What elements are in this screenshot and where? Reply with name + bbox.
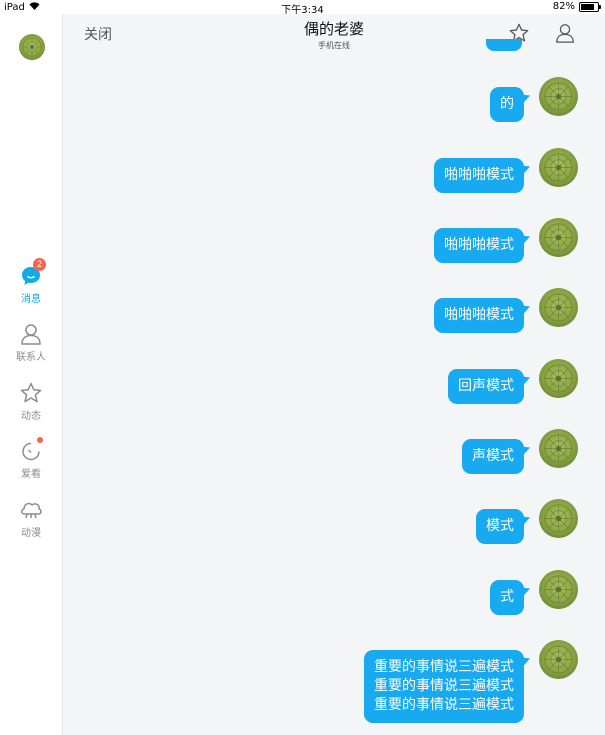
message-bubble[interactable]: 啪啪啪模式 [434, 298, 524, 333]
sidebar: 2 消息 联系人 动态 爱看 动漫 [0, 14, 63, 735]
message-bubble[interactable]: 啪啪啪模式 [434, 158, 524, 193]
message-row: 重要的事情说三遍模式 重要的事情说三遍模式 重要的事情说三遍模式 [364, 640, 578, 723]
message-text: 啪啪啪模式 [444, 307, 514, 323]
message-bubble[interactable]: 回声模式 [448, 369, 524, 404]
watch-icon [19, 437, 43, 463]
message-row: 模式 [476, 499, 578, 544]
notification-dot [37, 437, 43, 443]
message-bubble[interactable]: 式 [490, 580, 524, 615]
battery-percent: 82% [552, 1, 575, 12]
avatar[interactable] [18, 33, 46, 61]
profile-button[interactable] [554, 22, 576, 44]
avatar[interactable] [539, 570, 578, 609]
message-row: 啪啪啪模式 [434, 288, 578, 333]
message-bubble[interactable]: 重要的事情说三遍模式 重要的事情说三遍模式 重要的事情说三遍模式 [364, 650, 524, 723]
message-text: 啪啪啪模式 [444, 167, 514, 183]
message-row: 啪啪啪模式 [434, 148, 578, 193]
sidebar-item-label: 联系人 [16, 352, 46, 363]
avatar[interactable] [539, 148, 578, 187]
message-text: 回声模式 [458, 378, 514, 394]
sidebar-item-label: 动态 [21, 411, 41, 422]
sidebar-item-contacts[interactable]: 联系人 [0, 322, 62, 363]
avatar[interactable] [539, 640, 578, 679]
message-text: 式 [500, 589, 514, 605]
message-row: 的 [490, 77, 578, 122]
message-bubble-partial [486, 39, 522, 51]
message-row: 式 [490, 570, 578, 615]
sidebar-item-label: 爱看 [21, 469, 41, 480]
message-row: 回声模式 [448, 359, 578, 404]
star-icon [19, 381, 43, 405]
status-bar: iPad 下午3:34 82% [0, 0, 605, 16]
message-text: 声模式 [472, 448, 514, 464]
person-icon [556, 24, 574, 43]
sidebar-item-watch[interactable]: 爱看 [0, 437, 62, 480]
message-text: 重要的事情说三遍模式 [374, 659, 514, 675]
battery-icon [579, 1, 601, 12]
avatar[interactable] [539, 218, 578, 257]
avatar[interactable] [539, 499, 578, 538]
close-button[interactable]: 关闭 [84, 24, 112, 44]
message-text: 的 [500, 96, 514, 112]
status-right: 82% [552, 1, 601, 12]
message-bubble[interactable]: 的 [490, 87, 524, 122]
sidebar-item-messages[interactable]: 2 消息 [0, 258, 62, 305]
message-text: 重要的事情说三遍模式 [374, 697, 514, 713]
avatar[interactable] [539, 77, 578, 116]
message-bubble[interactable]: 模式 [476, 509, 524, 544]
cloud-icon [19, 498, 43, 522]
message-text: 啪啪啪模式 [444, 237, 514, 253]
avatar[interactable] [539, 359, 578, 398]
message-row: 声模式 [462, 429, 578, 474]
message-text: 重要的事情说三遍模式 [374, 678, 514, 694]
chat-panel: 偶的老婆 手机在线 关闭 的 啪啪啪模式 啪啪啪模式 啪啪啪模式 回声模式 声模… [63, 14, 605, 735]
message-bubble[interactable]: 啪啪啪模式 [434, 228, 524, 263]
sidebar-item-anime[interactable]: 动漫 [0, 498, 62, 539]
battery-fill [581, 3, 595, 10]
avatar[interactable] [539, 288, 578, 327]
person-icon [19, 322, 43, 346]
avatar[interactable] [539, 429, 578, 468]
chat-bubble-icon: 2 [19, 258, 46, 288]
message-text: 模式 [486, 518, 514, 534]
message-row: 啪啪啪模式 [434, 218, 578, 263]
sidebar-item-label: 动漫 [21, 528, 41, 539]
sidebar-item-moments[interactable]: 动态 [0, 381, 62, 422]
sidebar-item-label: 消息 [21, 294, 41, 305]
unread-badge: 2 [33, 258, 46, 271]
message-bubble[interactable]: 声模式 [462, 439, 524, 474]
